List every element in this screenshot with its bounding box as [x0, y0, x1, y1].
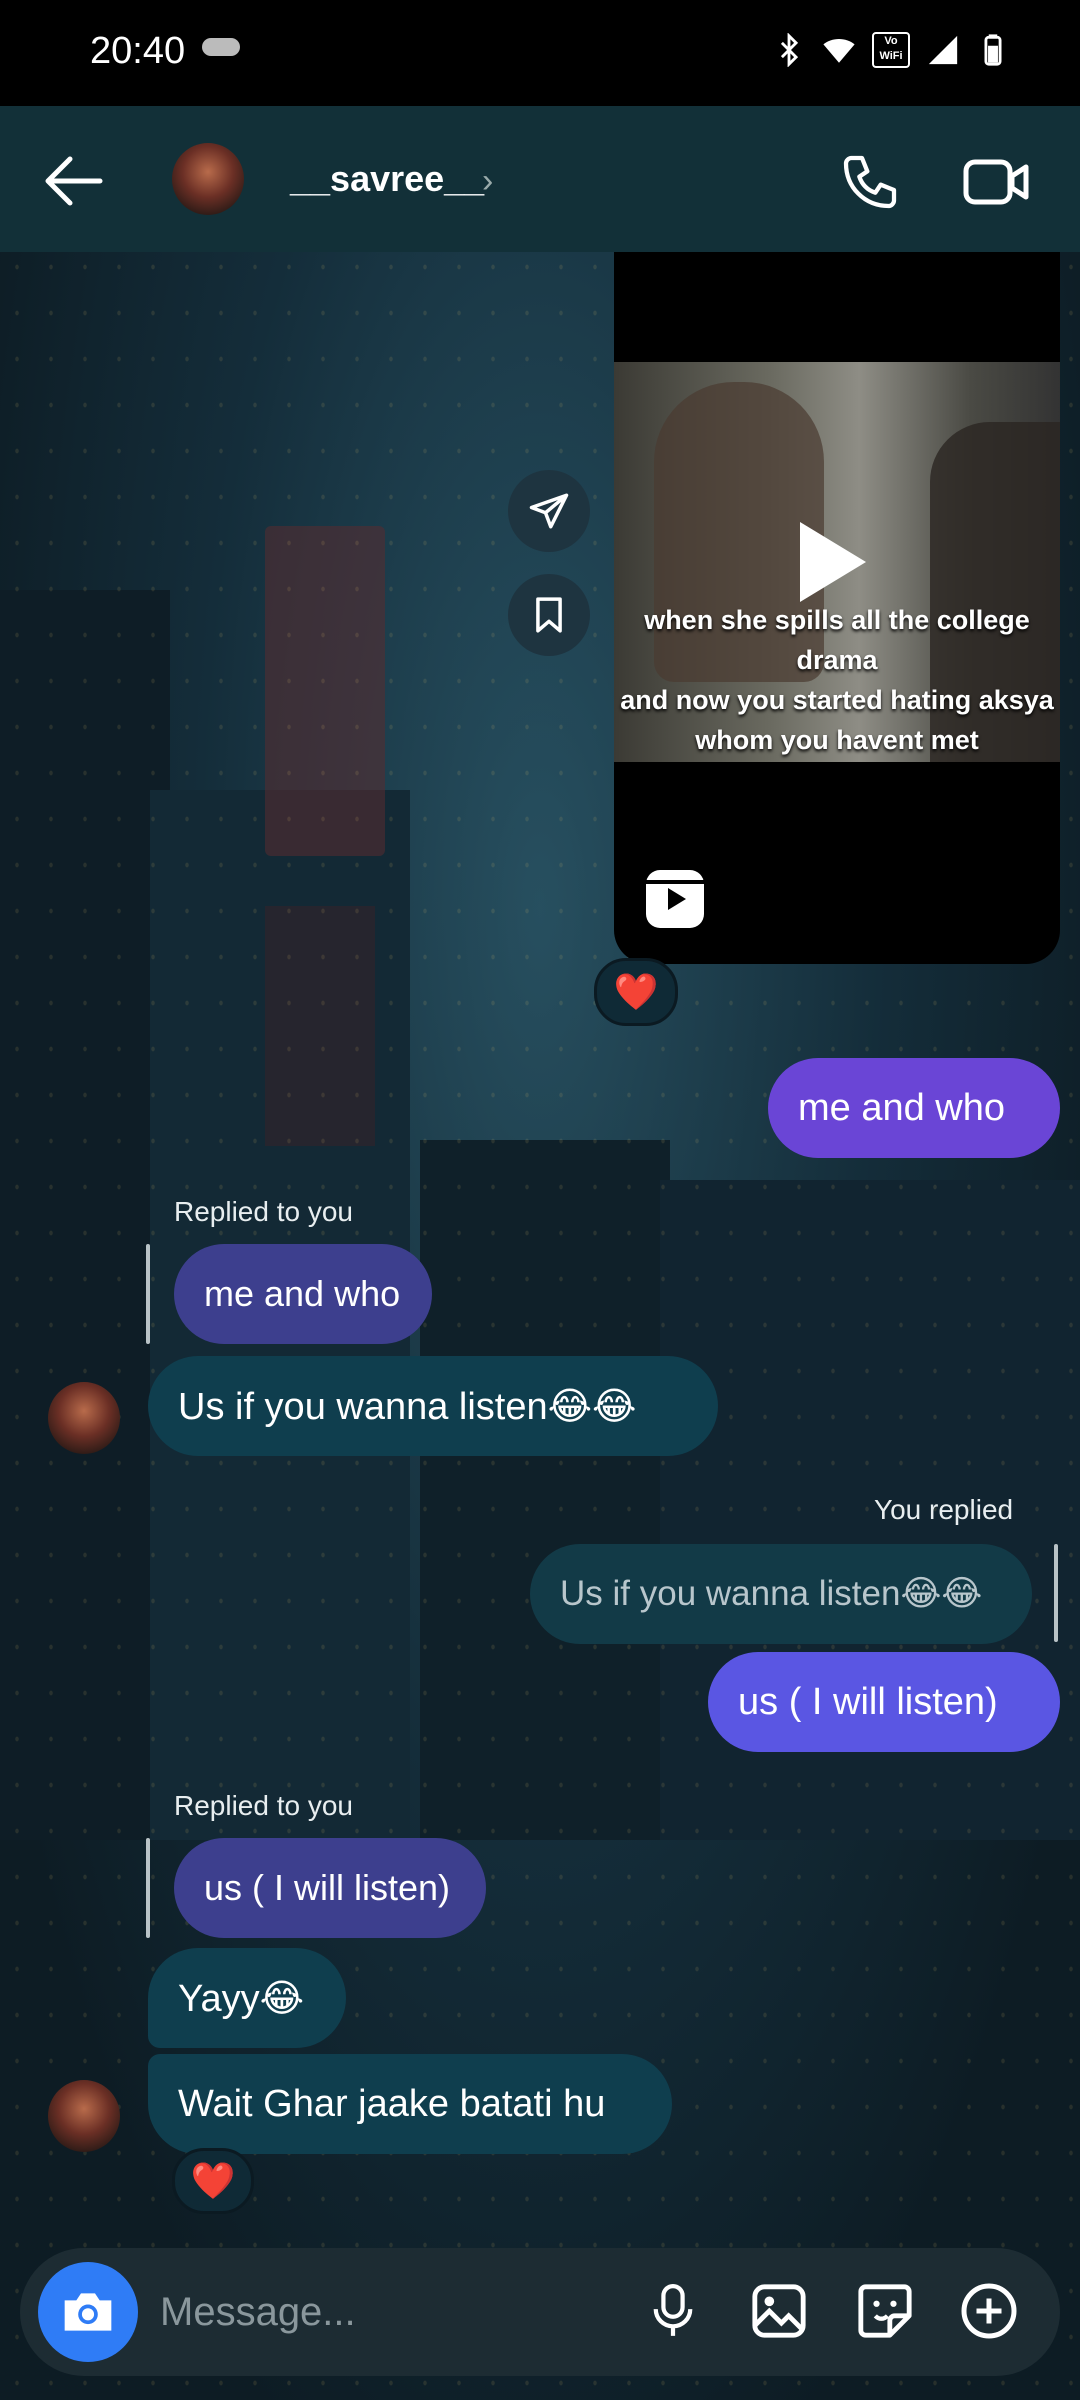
reply-label: Replied to you — [174, 1790, 354, 1821]
reel-thumbnail[interactable]: when she spills all the college drama an… — [614, 362, 1060, 762]
add-button[interactable] — [956, 2278, 1022, 2344]
send-icon — [529, 493, 569, 529]
message-bubble-received[interactable]: Yayy😂 — [148, 1948, 346, 2048]
chevron-right-icon[interactable]: › — [482, 162, 493, 201]
image-icon — [752, 2284, 806, 2338]
microphone-icon — [653, 2283, 693, 2336]
phone-icon[interactable] — [838, 150, 902, 214]
reel-caption-line: when she spills all the college drama — [644, 605, 1030, 675]
quoted-message[interactable]: Us if you wanna listen😂😂 — [530, 1544, 1032, 1644]
status-bar: 20:40 Vo WiFi — [0, 0, 1080, 106]
wifi-icon — [823, 39, 855, 63]
reply-label: Replied to you — [174, 1196, 354, 1227]
reel-caption-line: and now you started hating aksya — [620, 685, 1054, 715]
share-reel-button[interactable] — [508, 470, 590, 552]
signal-icon — [928, 35, 958, 65]
reel-reaction[interactable]: ❤️ — [594, 958, 678, 1026]
message-composer — [20, 2248, 1060, 2376]
video-call-icon[interactable] — [962, 152, 1030, 212]
reel-caption-line: whom you havent met — [695, 725, 979, 755]
message-bubble-received[interactable]: Us if you wanna listen😂😂 — [148, 1356, 718, 1456]
battery-icon — [984, 34, 1002, 66]
quote-bar — [146, 1244, 150, 1344]
bookmark-icon — [536, 597, 562, 633]
microphone-button[interactable] — [640, 2278, 706, 2344]
camera-button[interactable] — [38, 2262, 138, 2362]
shared-reel-card[interactable]: when she spills all the college drama an… — [614, 252, 1060, 964]
camera-icon — [64, 2293, 112, 2331]
vowifi-badge: Vo WiFi — [872, 32, 910, 68]
message-reaction[interactable]: ❤️ — [172, 2148, 254, 2214]
chat-header: __savree__ › — [0, 106, 1080, 252]
save-reel-button[interactable] — [508, 574, 590, 656]
play-icon[interactable] — [800, 522, 866, 602]
cloud-icon — [202, 38, 240, 56]
quoted-message[interactable]: me and who — [174, 1244, 432, 1344]
quote-bar — [146, 1838, 150, 1938]
sticker-button[interactable] — [852, 2278, 918, 2344]
message-input[interactable] — [158, 2276, 602, 2348]
status-time: 20:40 — [90, 30, 186, 72]
quoted-message[interactable]: us ( I will listen) — [174, 1838, 486, 1938]
contact-username[interactable]: __savree__ — [290, 158, 484, 200]
contact-avatar[interactable] — [172, 143, 244, 215]
reels-icon — [646, 870, 704, 928]
reply-label: You replied — [874, 1494, 1014, 1525]
contact-avatar[interactable] — [48, 2080, 120, 2152]
message-bubble-sent[interactable]: me and who — [768, 1058, 1060, 1158]
sticker-icon — [858, 2284, 912, 2338]
status-icons: Vo WiFi — [772, 32, 1010, 68]
back-arrow-icon[interactable] — [40, 151, 104, 211]
quote-bar — [1054, 1544, 1058, 1642]
gallery-button[interactable] — [746, 2278, 812, 2344]
contact-avatar[interactable] — [48, 1382, 120, 1454]
bluetooth-icon — [780, 33, 799, 67]
reel-caption: when she spills all the college drama an… — [614, 600, 1060, 760]
message-bubble-sent[interactable]: us ( I will listen) — [708, 1652, 1060, 1752]
message-bubble-received[interactable]: Wait Ghar jaake batati hu — [148, 2054, 672, 2154]
plus-circle-icon — [961, 2283, 1017, 2339]
